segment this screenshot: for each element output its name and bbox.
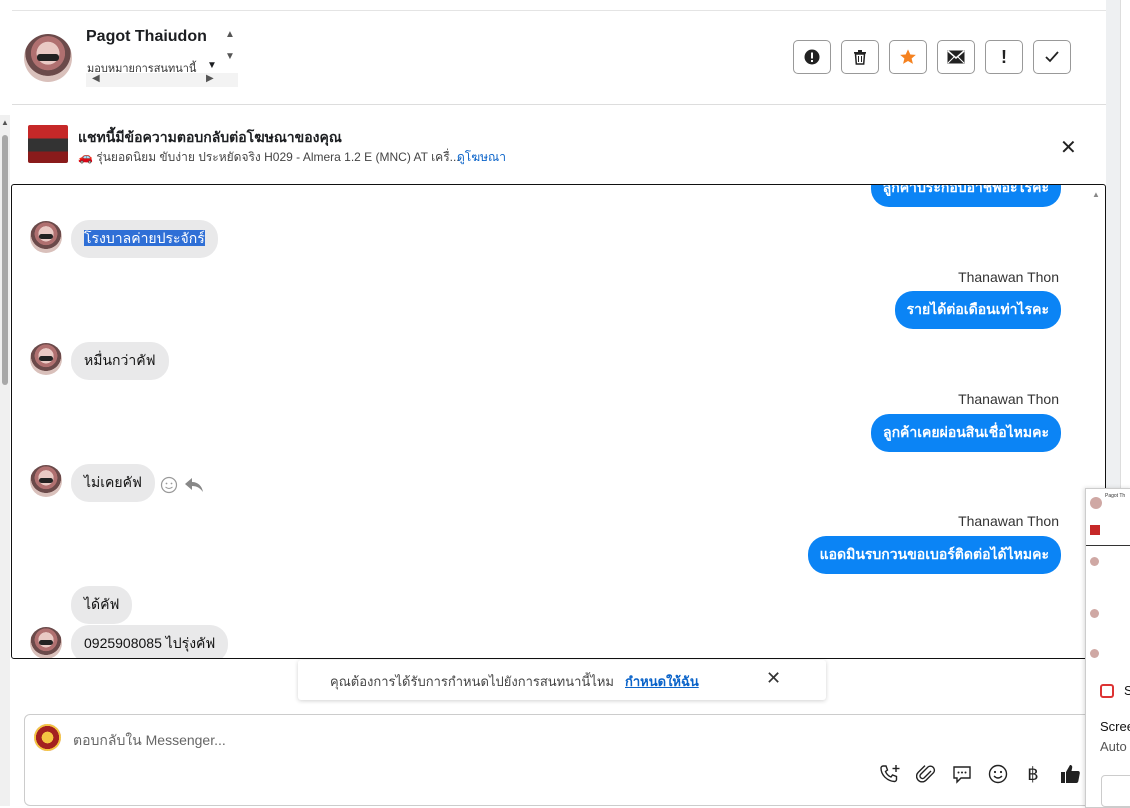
reply-box[interactable] (24, 714, 1094, 806)
scroll-up-icon[interactable]: ▲ (222, 28, 238, 42)
ad-thumbnail[interactable] (28, 125, 68, 163)
done-button[interactable] (1033, 40, 1071, 74)
vertical-scroll-control[interactable]: ▲ ▼ (222, 28, 238, 72)
mini-avatar (1090, 497, 1102, 509)
horizontal-scrollbar[interactable]: ◀ ▶ (86, 73, 238, 87)
snipping-tool-icon (1100, 684, 1114, 698)
message-outgoing[interactable]: ลูกค้าประกอบอาชีพอะไรคะ (870, 185, 1061, 207)
message-outgoing[interactable]: ลูกค้าเคยผ่อนสินเชื่อไหมคะ (870, 414, 1061, 452)
sender-avatar (30, 465, 62, 497)
ad-subtitle: 🚗 รุ่นยอดนิยม ขับง่าย ประหยัดจริง H029 -… (78, 150, 460, 164)
chat-bubble-icon[interactable] (950, 762, 974, 786)
sender-name: Thanawan Thon (958, 269, 1059, 285)
selected-text[interactable]: โรงบาลค่ายประจักร์ (84, 230, 205, 246)
scroll-down-icon[interactable]: ▼ (222, 50, 238, 64)
sender-avatar (30, 221, 62, 253)
left-scrollbar[interactable]: ▲ (0, 115, 10, 806)
paperclip-icon[interactable] (914, 762, 938, 786)
star-button[interactable] (889, 40, 927, 74)
scroll-right-icon[interactable]: ▶ (206, 73, 214, 84)
exclamation-icon: ! (1001, 46, 1007, 67)
assign-prompt: คุณต้องการได้รับการกำหนดไปยังการสนทนานี้… (298, 660, 826, 700)
sender-name: Thanawan Thon (958, 391, 1059, 407)
mini-ad-thumb (1090, 525, 1100, 535)
reply-input[interactable]: ตอบกลับใน Messenger... (73, 730, 226, 752)
thumbs-up-icon[interactable] (1058, 762, 1082, 786)
scroll-up-arrow-icon[interactable]: ▲ (1, 118, 9, 127)
alert-circle-icon (804, 49, 820, 65)
mini-screen-label: Scree (1100, 719, 1130, 734)
scroll-left-icon[interactable]: ◀ (92, 73, 100, 84)
message-incoming[interactable]: 0925908085 ไปรุ่งคัฟ (71, 625, 229, 658)
screenshot-preview-panel[interactable]: Pagot Th S Scree Auto (1085, 488, 1130, 808)
mini-avatar (1090, 649, 1099, 658)
mini-auto-label: Auto (1100, 739, 1127, 754)
sender-avatar (30, 627, 62, 658)
flag-button[interactable]: ! (985, 40, 1023, 74)
check-icon (1045, 51, 1059, 63)
top-divider (12, 10, 1106, 11)
message-incoming[interactable]: หมื่นกว่าคัฟ (71, 342, 169, 380)
reply-arrow-icon[interactable] (184, 476, 204, 494)
chevron-down-icon[interactable]: ▼ (207, 60, 217, 71)
emoji-react-icon[interactable] (160, 476, 178, 494)
view-ad-link[interactable]: ดูโฆษณา (457, 148, 506, 167)
message-outgoing[interactable]: รายได้ต่อเดือนเท่าไรคะ (894, 291, 1061, 329)
mini-button[interactable] (1101, 775, 1130, 807)
report-button[interactable] (793, 40, 831, 74)
mark-unread-button[interactable] (937, 40, 975, 74)
sender-name: Thanawan Thon (958, 513, 1059, 529)
page-avatar (34, 724, 61, 751)
sender-avatar (30, 343, 62, 375)
contact-name: Pagot Thaiudon (86, 28, 207, 45)
assign-prompt-text: คุณต้องการได้รับการกำหนดไปยังการสนทนานี้… (330, 674, 614, 689)
message-incoming[interactable]: ไม่เคยคัฟ (71, 464, 155, 502)
star-icon (900, 49, 916, 64)
scrollbar-thumb[interactable] (2, 135, 8, 385)
chat-scroll-up-icon[interactable]: ▲ (1092, 190, 1100, 199)
mini-avatar (1090, 557, 1099, 566)
contact-avatar (24, 34, 72, 82)
delete-button[interactable] (841, 40, 879, 74)
phone-add-icon[interactable] (878, 762, 902, 786)
header-divider (12, 104, 1106, 105)
ad-reply-title: แชทนี้มีข้อความตอบกลับต่อโฆษณาของคุณ (78, 129, 342, 145)
message-outgoing[interactable]: แอดมินรบกวนขอเบอร์ติดต่อได้ไหมคะ (807, 536, 1061, 574)
envelope-icon (947, 50, 965, 64)
message-incoming[interactable]: ได้คัฟ (71, 586, 133, 624)
message-incoming[interactable]: โรงบาลค่ายประจักร์ (71, 220, 218, 258)
assign-to-me-link[interactable]: กำหนดให้ฉัน (625, 671, 699, 692)
trash-icon (854, 50, 866, 65)
emoji-icon[interactable] (986, 762, 1010, 786)
mini-name: Pagot Th (1105, 493, 1126, 499)
mini-avatar (1090, 609, 1099, 618)
close-icon[interactable]: ✕ (766, 668, 781, 689)
baht-icon[interactable]: ฿ (1021, 762, 1045, 786)
message-thread[interactable]: ลูกค้าประกอบอาชีพอะไรคะ โรงบาลค่ายประจัก… (11, 184, 1106, 659)
mini-label: S (1124, 683, 1130, 698)
close-icon[interactable]: ✕ (1060, 135, 1077, 160)
